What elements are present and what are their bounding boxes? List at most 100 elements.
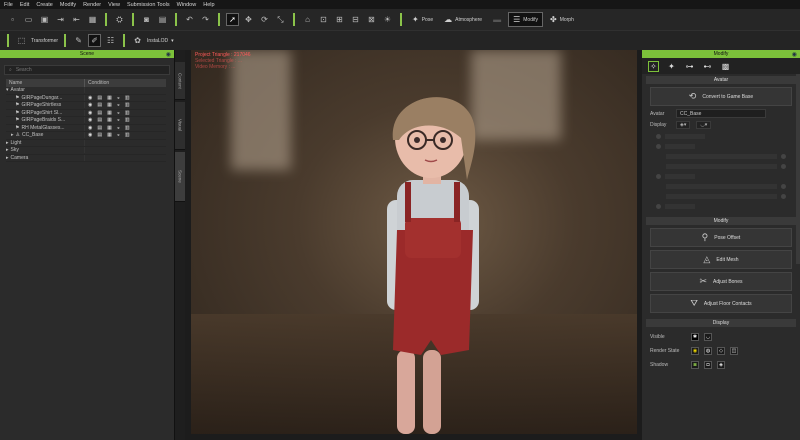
avatar-name-input[interactable]: CC_Base xyxy=(676,109,766,118)
panel-close-icon[interactable]: ◉ xyxy=(792,51,797,58)
save-icon[interactable]: ▣ xyxy=(38,13,51,26)
tab-visual[interactable]: Visual xyxy=(175,102,185,150)
render-icon[interactable]: ◙ xyxy=(140,13,153,26)
visible-icon[interactable]: ◉ xyxy=(88,117,92,123)
lock-icon[interactable]: ▦ xyxy=(107,125,112,131)
sculpt-icon[interactable]: ✎ xyxy=(72,34,85,47)
lock-icon[interactable]: ▦ xyxy=(107,110,112,116)
column-condition[interactable]: Condition xyxy=(85,79,109,87)
display-section-header[interactable]: Display xyxy=(646,319,796,327)
3d-viewport[interactable]: Project Triangle : 217046 Selected Trian… xyxy=(191,50,637,434)
expand-arrow-icon[interactable]: ▸ xyxy=(6,147,9,153)
atmosphere-button[interactable]: ☁ Atmosphere xyxy=(440,12,486,27)
render-shaded-icon[interactable]: ◉ xyxy=(691,347,699,355)
package-icon[interactable]: ▦ xyxy=(86,13,99,26)
menu-create[interactable]: Create xyxy=(36,2,53,8)
expand-arrow-icon[interactable]: ▸ xyxy=(6,155,9,161)
morph-button[interactable]: ✤ Morph xyxy=(546,12,578,27)
menu-render[interactable]: Render xyxy=(83,2,101,8)
render-bbox-icon[interactable]: ◫ xyxy=(730,347,738,355)
material-icon[interactable]: ▥ xyxy=(125,125,130,131)
open-folder-icon[interactable]: ▭ xyxy=(22,13,35,26)
character-figure[interactable] xyxy=(191,50,637,434)
visible-icon[interactable]: ◉ xyxy=(88,132,92,138)
visible-option[interactable]: ◡ xyxy=(704,333,712,341)
rotate-tool-icon[interactable]: ⟳ xyxy=(258,13,271,26)
tree-row[interactable]: ▾ Avatar xyxy=(6,87,166,95)
move-tool-icon[interactable]: ✥ xyxy=(242,13,255,26)
lock-icon[interactable]: ▦ xyxy=(107,102,112,108)
shadow-icon[interactable]: ◒ xyxy=(117,95,120,101)
fit-view-icon[interactable]: ⊡ xyxy=(317,13,330,26)
import-icon[interactable]: ⇥ xyxy=(54,13,67,26)
shadow-icon[interactable]: ◒ xyxy=(117,102,120,108)
tab-scene[interactable]: Scene xyxy=(175,152,185,202)
visible-icon[interactable]: ◉ xyxy=(88,110,92,116)
render-icon[interactable]: ▤ xyxy=(97,95,102,101)
menu-help[interactable]: Help xyxy=(203,2,214,8)
tree-row[interactable]: ▸ Sky xyxy=(6,147,166,155)
material-icon[interactable]: ▥ xyxy=(125,132,130,138)
character-icon[interactable]: ⛭ xyxy=(113,13,126,26)
render-wireframe-icon[interactable]: ◇ xyxy=(717,347,725,355)
render-icon[interactable]: ▤ xyxy=(97,125,102,131)
material-tab-icon[interactable]: ▩ xyxy=(720,61,731,72)
grid-icon[interactable]: ⊠ xyxy=(365,13,378,26)
expand-arrow-icon[interactable]: ▾ xyxy=(6,87,9,93)
modify-section-header[interactable]: Modify xyxy=(646,217,796,225)
frame-icon[interactable]: ⊞ xyxy=(333,13,346,26)
modify-button[interactable]: ☰ Modify xyxy=(508,12,543,27)
tree-row[interactable]: ⚑ RH MetalGlasses... ◉ ▤ ▦ ◒ ▥ xyxy=(6,124,166,132)
visible-icon[interactable]: ◉ xyxy=(88,102,92,108)
morph-tab-icon[interactable]: ⊶ xyxy=(684,61,695,72)
render-icon[interactable]: ▤ xyxy=(97,117,102,123)
menu-edit[interactable]: Edit xyxy=(20,2,29,8)
lock-icon[interactable]: ▦ xyxy=(107,117,112,123)
transformer-button[interactable]: ⬚ Transformer xyxy=(15,34,58,47)
shadow-cast-icon[interactable]: ◙ xyxy=(691,361,699,369)
menu-modify[interactable]: Modify xyxy=(60,2,76,8)
shadow-icon[interactable]: ◒ xyxy=(117,110,120,116)
light-icon[interactable]: ☀ xyxy=(381,13,394,26)
column-name[interactable]: Name xyxy=(6,79,85,87)
undo-icon[interactable]: ↶ xyxy=(183,13,196,26)
display-dropdown-2[interactable]: ◡▾ xyxy=(696,121,712,129)
visible-icon[interactable]: ◉ xyxy=(88,95,92,101)
redo-icon[interactable]: ↷ xyxy=(199,13,212,26)
menu-file[interactable]: File xyxy=(4,2,13,8)
panel-close-icon[interactable]: ◉ xyxy=(166,51,171,58)
render-icon[interactable]: ▤ xyxy=(97,132,102,138)
skin-icon[interactable]: ☷ xyxy=(104,34,117,47)
render-icon[interactable]: ▤ xyxy=(97,110,102,116)
menu-submission-tools[interactable]: Submission Tools xyxy=(127,2,170,8)
lock-icon[interactable]: ▦ xyxy=(107,95,112,101)
tree-row[interactable]: ▸ Light xyxy=(6,139,166,147)
pose-button[interactable]: ✦ Pose xyxy=(408,12,437,27)
material-icon[interactable]: ▥ xyxy=(125,117,130,123)
expand-arrow-icon[interactable]: ▸ xyxy=(11,132,14,138)
camera-home-icon[interactable]: ⌂ xyxy=(301,13,314,26)
tree-row[interactable]: ▸ ♙ CC_Base ◉ ▤ ▦ ◒ ▥ xyxy=(6,132,166,140)
convert-to-game-base-button[interactable]: ⟲ Convert to Game Base xyxy=(650,87,792,106)
tab-content[interactable]: Content xyxy=(175,62,185,100)
shadow-option-icon[interactable]: ◈ xyxy=(717,361,725,369)
bone-tab-icon[interactable]: ⊷ xyxy=(702,61,713,72)
scene-search-input[interactable]: ⌕ Search xyxy=(4,65,170,75)
avatar-section-header[interactable]: Avatar xyxy=(646,76,796,84)
shadow-icon[interactable]: ◒ xyxy=(117,132,120,138)
export-icon[interactable]: ⇤ xyxy=(70,13,83,26)
material-icon[interactable]: ▥ xyxy=(125,102,130,108)
display-dropdown-1[interactable]: ◈▾ xyxy=(676,121,691,129)
screenshot-icon[interactable]: ▤ xyxy=(156,13,169,26)
adjust-floor-contacts-button[interactable]: ⛛ Adjust Floor Contacts xyxy=(650,294,792,313)
shadow-receive-icon[interactable]: ◘ xyxy=(704,361,712,369)
select-tool-icon[interactable]: ➚ xyxy=(226,13,239,26)
new-file-icon[interactable]: ▫ xyxy=(6,13,19,26)
shadow-icon[interactable]: ◒ xyxy=(117,125,120,131)
menu-window[interactable]: Window xyxy=(177,2,197,8)
morph-brush-icon[interactable]: ✐ xyxy=(88,34,102,47)
render-icon[interactable]: ▤ xyxy=(97,102,102,108)
scale-tool-icon[interactable]: ⤡ xyxy=(274,13,287,26)
expand-arrow-icon[interactable]: ▸ xyxy=(6,140,9,146)
modify-scrollbar[interactable] xyxy=(796,74,800,264)
